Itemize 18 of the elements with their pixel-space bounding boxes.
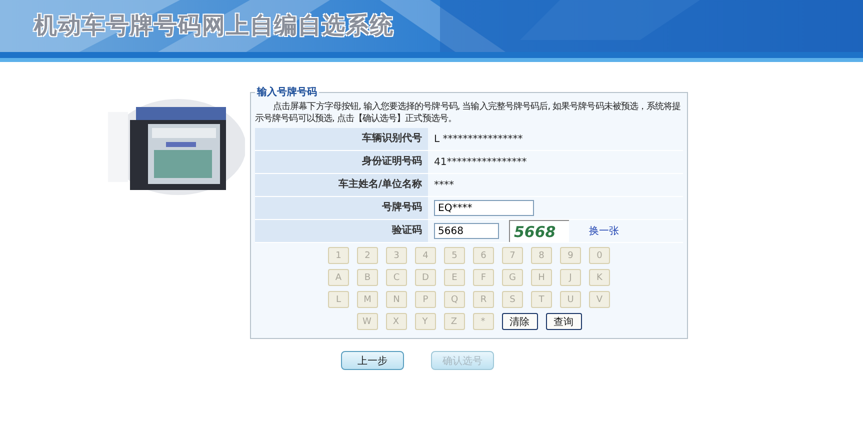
key-button[interactable]: 查询 [546,313,582,330]
field-label: 验证码 [392,225,422,236]
system-title: 机动车号牌号码网上自编自选系统 [34,12,394,41]
back-button[interactable]: 上一步 [341,351,404,370]
field-value: **** [434,180,454,190]
captcha-field[interactable]: 5668 [434,223,499,239]
refresh-captcha-link[interactable]: 换一张 [589,224,619,238]
plate-number-field[interactable]: EQ**** [434,200,534,216]
field-value: 41**************** [434,156,527,168]
field-value: L **************** [434,134,523,144]
key-button[interactable]: 清除 [502,313,538,330]
field-label: 车辆识别代号 [362,133,422,144]
field-label: 号牌号码 [382,202,422,213]
panel-legend: 输入号牌号码 [255,85,319,99]
field-label: 身份证明号码 [362,156,422,167]
field-label: 车主姓名/单位名称 [338,179,422,190]
captcha-image: 5668 [509,220,569,242]
instructions: 点击屏幕下方字母按钮, 输入您要选择的号牌号码, 当输入完整号牌号码后, 如果号牌号码未被预选，系统将提示号牌号码可以预选, 点击【确认选号】正式预选号。 [255,101,682,125]
